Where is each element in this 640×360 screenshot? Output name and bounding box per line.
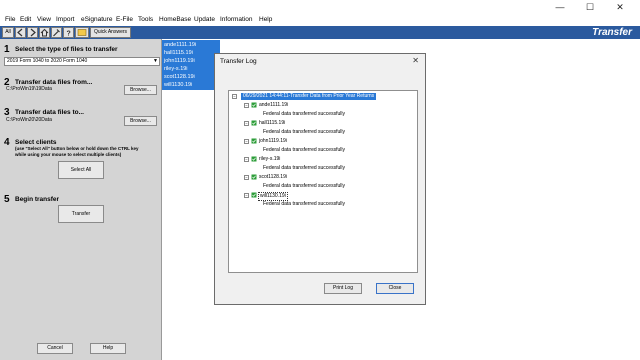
step3-title: Transfer data files to... <box>15 109 84 116</box>
menu-information[interactable]: Information <box>220 16 253 23</box>
close-window-button[interactable]: ✕ <box>606 1 634 13</box>
dialog-title: Transfer Log <box>220 58 257 65</box>
menu-edit[interactable]: Edit <box>20 16 31 23</box>
list-item[interactable]: riley-s.19i <box>164 66 188 72</box>
list-item[interactable]: john1119.19i <box>164 58 195 64</box>
file-type-value: 2019 Form 1040 to 2020 Form 1040 <box>7 58 88 64</box>
step5-title: Begin transfer <box>15 196 60 203</box>
log-message: Federal data transferred successfully <box>263 165 345 171</box>
back-icon[interactable] <box>15 27 26 38</box>
log-file-node[interactable]: john1119.19i <box>259 138 287 145</box>
list-item[interactable]: scot1128.19i <box>164 74 195 80</box>
menu-import[interactable]: Import <box>56 16 74 23</box>
log-file-node[interactable]: scot1128.19i <box>259 174 287 181</box>
collapse-icon[interactable]: − <box>244 121 249 126</box>
close-button[interactable]: Close <box>376 283 414 294</box>
select-hint-line2: while using your mouse to select multipl… <box>15 152 122 157</box>
step2-title: Transfer data files from... <box>15 79 93 86</box>
close-icon[interactable]: ✕ <box>412 56 419 65</box>
collapse-icon[interactable]: − <box>244 139 249 144</box>
all-button[interactable]: All <box>2 27 14 38</box>
chevron-down-icon[interactable]: ▼ <box>153 58 158 65</box>
select-all-button[interactable]: Select All <box>58 161 104 179</box>
cancel-button[interactable]: Cancel <box>37 343 73 354</box>
collapse-icon[interactable]: − <box>244 175 249 180</box>
home-icon[interactable] <box>39 27 50 38</box>
menu-view[interactable]: View <box>37 16 51 23</box>
collapse-icon[interactable]: − <box>244 103 249 108</box>
log-file-node[interactable]: hall1115.19i <box>259 120 285 127</box>
source-path-field[interactable]: C:\ProWin19\19Data <box>4 86 122 95</box>
success-icon <box>251 102 257 108</box>
list-item[interactable]: ande1111.19i <box>164 42 196 48</box>
step1-title: Select the type of files to transfer <box>15 46 118 53</box>
collapse-icon[interactable]: − <box>232 94 237 99</box>
quick-answers-icon[interactable] <box>75 27 89 38</box>
title-bar: — ☐ ✕ <box>0 0 640 14</box>
browse-destination-button[interactable]: Browse... <box>124 116 157 126</box>
step1-number: 1 <box>4 44 10 55</box>
svg-text:?: ? <box>67 31 71 38</box>
help-icon[interactable]: ? <box>63 27 74 38</box>
success-icon <box>251 120 257 126</box>
menu-help[interactable]: Help <box>259 16 272 23</box>
success-icon <box>251 156 257 162</box>
minimize-button[interactable]: — <box>546 1 574 13</box>
tools-icon[interactable] <box>51 27 62 38</box>
transfer-panel: 1 Select the type of files to transfer 2… <box>0 39 162 360</box>
collapse-icon[interactable]: − <box>244 193 249 198</box>
menu-bar: File Edit View Import eSignature E-File … <box>0 14 640 26</box>
menu-file[interactable]: File <box>5 16 15 23</box>
toolbar: All ? Quick Answers Transfer <box>0 26 640 39</box>
log-file-node[interactable]: ande1111.19i <box>259 102 288 109</box>
browse-source-button[interactable]: Browse... <box>124 85 157 95</box>
step5-number: 5 <box>4 194 10 205</box>
log-file-node[interactable]: will1130.19i <box>258 192 288 201</box>
menu-efile[interactable]: E-File <box>116 16 133 23</box>
maximize-button[interactable]: ☐ <box>576 1 604 13</box>
success-icon <box>251 138 257 144</box>
step4-title: Select clients <box>15 139 57 146</box>
forward-icon[interactable] <box>27 27 38 38</box>
log-root-node[interactable]: 06/29/2021 14:44:11-Transfer Data from P… <box>241 93 377 100</box>
log-message: Federal data transferred successfully <box>263 147 345 153</box>
page-title: Transfer <box>592 27 632 38</box>
list-item[interactable]: will1130.19i <box>164 82 192 88</box>
menu-update[interactable]: Update <box>194 16 215 23</box>
client-list[interactable]: ande1111.19i hall1115.19i john1119.19i r… <box>162 40 220 90</box>
log-message: Federal data transferred successfully <box>263 183 345 189</box>
help-button[interactable]: Help <box>90 343 126 354</box>
print-log-button[interactable]: Print Log <box>324 283 362 294</box>
list-item[interactable]: hall1115.19i <box>164 50 193 56</box>
menu-esignature[interactable]: eSignature <box>81 16 112 23</box>
success-icon <box>251 174 257 180</box>
destination-path-field[interactable]: C:\ProWin20\20Data <box>4 117 122 126</box>
log-file-node[interactable]: riley-s.19i <box>259 156 280 163</box>
file-type-select[interactable]: 2019 Form 1040 to 2020 Form 1040 ▼ <box>4 57 160 66</box>
collapse-icon[interactable]: − <box>244 157 249 162</box>
log-tree[interactable]: − 06/29/2021 14:44:11-Transfer Data from… <box>228 90 418 273</box>
menu-tools[interactable]: Tools <box>138 16 153 23</box>
success-icon <box>251 192 257 198</box>
transfer-log-dialog: Transfer Log ✕ − 06/29/2021 14:44:11-Tra… <box>214 53 426 305</box>
menu-homebase[interactable]: HomeBase <box>159 16 191 23</box>
transfer-button[interactable]: Transfer <box>58 205 104 223</box>
log-message: Federal data transferred successfully <box>263 111 345 117</box>
quick-answers-button[interactable]: Quick Answers <box>90 27 131 38</box>
log-message: Federal data transferred successfully <box>263 129 345 135</box>
step4-number: 4 <box>4 137 10 148</box>
log-message: Federal data transferred successfully <box>263 201 345 207</box>
